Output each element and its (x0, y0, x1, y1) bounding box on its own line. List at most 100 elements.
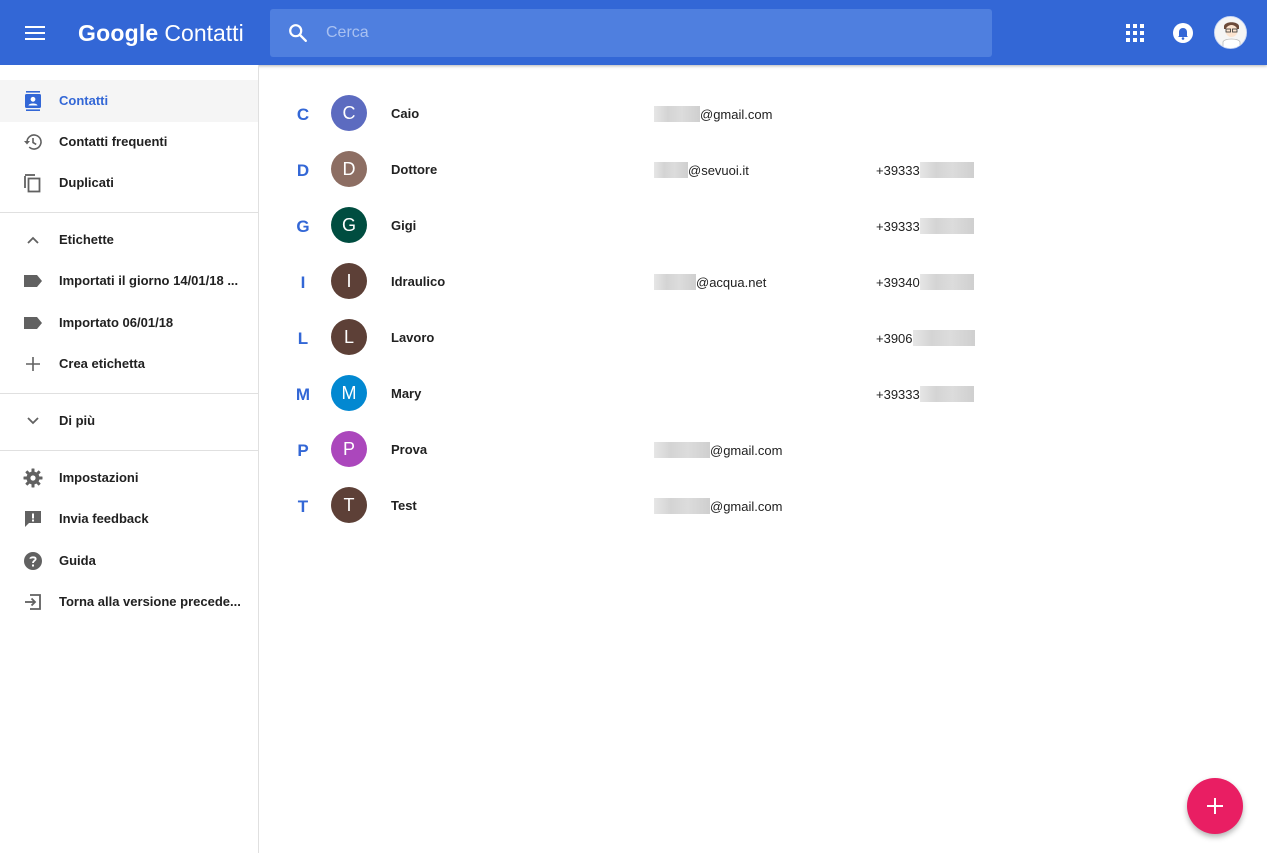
sidebar-divider (0, 450, 258, 451)
index-letter: M (295, 385, 311, 404)
chevron-up-icon (22, 229, 44, 251)
apps-button[interactable] (1120, 18, 1150, 48)
redacted-blur (654, 442, 710, 458)
redacted-blur (654, 274, 696, 290)
main-menu-button[interactable] (17, 16, 53, 50)
sidebar-item-label: Invia feedback (59, 511, 149, 526)
sidebar-item-label: Guida (59, 553, 96, 568)
contact-name: Lavoro (391, 330, 435, 345)
redacted-blur (919, 274, 974, 290)
sidebar-item-label: Importati il giorno 14/01/18 ... (59, 273, 239, 288)
contact-name: Caio (391, 106, 420, 121)
sidebar-item-label: Duplicati (59, 175, 114, 190)
sidebar-item-feedback[interactable]: Invia feedback (0, 498, 258, 540)
help-icon (22, 550, 44, 572)
contact-list: C C Caio @gmail.com D D Dottore @sevuoi.… (259, 65, 1267, 853)
sidebar-item-settings[interactable]: Impostazioni (0, 457, 258, 499)
contact-email: @acqua.net (654, 274, 766, 290)
apps-grid-icon (1126, 24, 1144, 42)
sidebar-item-label: Contatti (59, 93, 109, 108)
feedback-icon (22, 508, 44, 530)
contact-avatar: P (331, 431, 367, 467)
search-icon (289, 24, 307, 42)
copy-icon (22, 172, 44, 194)
contact-avatar: M (331, 375, 367, 411)
index-letter: C (296, 105, 310, 124)
sidebar-divider (0, 393, 258, 394)
index-letter: T (297, 497, 309, 516)
notifications-button[interactable] (1168, 18, 1198, 48)
redacted-blur (654, 106, 700, 122)
sidebar-item-frequent[interactable]: Contatti frequenti (0, 121, 258, 163)
contacts-icon (22, 90, 44, 112)
redacted-blur (912, 330, 975, 346)
sidebar-item-contacts[interactable]: Contatti (0, 80, 258, 122)
redacted-blur (654, 498, 710, 514)
labels-section-toggle[interactable]: Etichette (0, 219, 258, 261)
sidebar-item-label: Torna alla versione precede... (59, 594, 241, 609)
account-avatar[interactable] (1214, 16, 1247, 49)
contact-row-prova[interactable]: P P Prova @gmail.com (259, 421, 1267, 477)
contact-row-gigi[interactable]: G G Gigi +39333 (259, 197, 1267, 253)
search-bar[interactable] (270, 9, 992, 57)
contact-name: Mary (391, 386, 422, 401)
contact-name: Prova (391, 442, 428, 457)
contact-name: Test (391, 498, 417, 513)
contact-avatar: I (331, 263, 367, 299)
sidebar-item-help[interactable]: Guida (0, 540, 258, 582)
index-letter: I (300, 273, 306, 292)
contact-phone: +39333 (876, 386, 974, 402)
contact-phone: +39333 (876, 162, 974, 178)
label-icon (22, 270, 44, 292)
contact-row-caio[interactable]: C C Caio @gmail.com (259, 85, 1267, 141)
contact-email: @gmail.com (654, 106, 772, 122)
sidebar-item-label: Contatti frequenti (59, 134, 168, 149)
create-label-button[interactable]: Crea etichetta (0, 343, 258, 385)
sidebar-item-duplicates[interactable]: Duplicati (0, 162, 258, 204)
contact-avatar: C (331, 95, 367, 131)
gear-icon (22, 467, 44, 489)
index-letter: P (297, 441, 309, 460)
redacted-blur (919, 386, 974, 402)
label-icon (22, 312, 44, 334)
redacted-blur (919, 218, 974, 234)
logo-product: Contatti (164, 20, 244, 46)
contact-row-idraulico[interactable]: I I Idraulico @acqua.net +39340 (259, 253, 1267, 309)
app-logo[interactable]: Google Contatti (78, 19, 244, 47)
index-letter: G (296, 217, 310, 236)
sidebar-item-label-import-140118[interactable]: Importati il giorno 14/01/18 ... (0, 260, 258, 302)
sidebar-divider (0, 212, 258, 213)
sidebar-item-label: Importato 06/01/18 (59, 315, 174, 330)
contact-avatar: T (331, 487, 367, 523)
contact-row-test[interactable]: T T Test @gmail.com (259, 477, 1267, 533)
sidebar-item-label: Crea etichetta (59, 356, 145, 371)
redacted-blur (654, 162, 688, 178)
search-input[interactable] (326, 21, 966, 45)
add-contact-button[interactable] (1187, 778, 1243, 834)
contact-phone: +3906 (876, 330, 975, 346)
contact-avatar: L (331, 319, 367, 355)
contact-row-mary[interactable]: M M Mary +39333 (259, 365, 1267, 421)
labels-header: Etichette (59, 232, 114, 247)
contact-email: @gmail.com (654, 442, 782, 458)
menu-icon (25, 26, 45, 40)
contact-name: Idraulico (391, 274, 446, 289)
notification-bell-icon (1173, 23, 1193, 43)
redacted-blur (919, 162, 974, 178)
sidebar-item-old-version[interactable]: Torna alla versione precede... (0, 581, 258, 623)
sidebar-item-label-import-060118[interactable]: Importato 06/01/18 (0, 302, 258, 344)
contact-email: @gmail.com (654, 498, 782, 514)
contact-row-lavoro[interactable]: L L Lavoro +3906 (259, 309, 1267, 365)
more-section-toggle[interactable]: Di più (0, 400, 258, 442)
index-letter: D (296, 161, 310, 180)
contact-phone: +39333 (876, 218, 974, 234)
plus-icon (22, 353, 44, 375)
user-avatar-icon (1215, 17, 1246, 48)
logo-google: Google (78, 20, 159, 46)
top-app-bar: Google Contatti (0, 0, 1267, 65)
contact-row-dottore[interactable]: D D Dottore @sevuoi.it +39333 (259, 141, 1267, 197)
plus-icon (1207, 798, 1223, 814)
index-letter: L (297, 329, 309, 348)
contact-phone: +39340 (876, 274, 974, 290)
more-label: Di più (59, 413, 96, 428)
